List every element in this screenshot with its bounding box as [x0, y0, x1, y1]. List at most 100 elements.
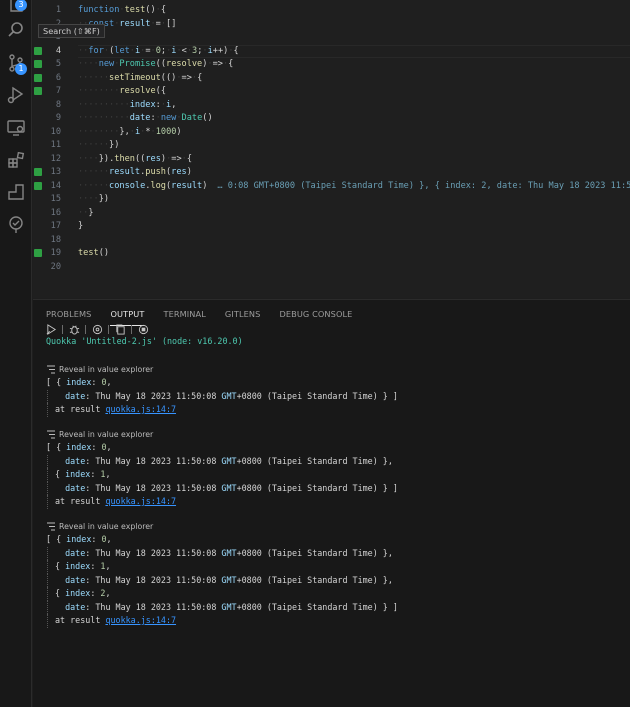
code-line[interactable]: 3	[33, 31, 630, 44]
run-icon[interactable]	[46, 323, 57, 335]
stop-icon[interactable]	[138, 324, 149, 335]
line-number: 7	[55, 86, 61, 96]
inline-result: … 0:08 GMT+0800 (Taipei Standard Time) }…	[217, 180, 630, 191]
gitlens-icon[interactable]	[6, 182, 26, 202]
copy-icon[interactable]	[115, 323, 126, 335]
line-number: 16	[50, 207, 61, 218]
code-line[interactable]: 14 ······console.log(result)… 0:08 GMT+08…	[33, 180, 630, 193]
log-index-value: 1	[100, 561, 106, 571]
code-text: ··}	[78, 207, 94, 218]
line-number: 18	[50, 234, 61, 245]
line-number: 12	[50, 153, 61, 164]
value-explorer-icon	[47, 365, 55, 374]
code-line[interactable]: 19 test()	[33, 247, 630, 260]
code-line[interactable]: 8 ··········index:·i,	[33, 99, 630, 112]
code-text: ··for·(let·i·=·0;·i·<·3;·i++)·{	[78, 45, 239, 56]
log-tz-name: (Taipei Standard Time)	[266, 390, 378, 401]
log-date-value: Thu May 18 2023 11:50:08	[95, 574, 217, 585]
coverage-icon[interactable]	[92, 324, 103, 335]
coverage-marker	[34, 87, 42, 95]
quokka-icon[interactable]	[6, 215, 26, 235]
log-index-line: [ { index: 0,	[46, 534, 112, 544]
code-line[interactable]: 16 ··}	[33, 207, 630, 220]
source-link[interactable]: quokka.js:14:7	[105, 615, 176, 625]
code-text: ········resolve({	[78, 86, 166, 96]
log-tz-name: (Taipei Standard Time)	[266, 482, 378, 493]
debug-icon[interactable]	[69, 324, 80, 335]
coverage-marker	[34, 73, 42, 82]
coverage-marker	[34, 46, 42, 55]
line-number: 14	[50, 180, 61, 191]
code-line[interactable]: 2··const·result·=·[]	[33, 18, 630, 31]
code-line[interactable]: 17}	[33, 220, 630, 233]
code-text: ··········date:·new·Date()	[78, 113, 213, 123]
log-date-line: date: Thu May 18 2023 11:50:08 GMT+0800 …	[47, 546, 626, 560]
quokka-header: Quokka 'Untitled-2.js' (node: v16.20.0)	[46, 336, 243, 346]
reveal-in-value-explorer[interactable]: Reveal in value explorer	[46, 363, 626, 376]
log-index-line: { index: 1,	[47, 468, 626, 482]
explorer-icon[interactable]: 3	[6, 0, 27, 14]
log-date-value: Thu May 18 2023 11:50:08	[95, 455, 217, 466]
log-key: date	[65, 547, 86, 558]
code-editor[interactable]: 1 function·test()·{2··const·result·=·[]34…	[33, 0, 630, 298]
tab-terminal[interactable]: TERMINAL	[163, 308, 205, 326]
log-location: at result quokka.js:14:7	[47, 495, 626, 509]
line-number: 4	[55, 45, 61, 56]
code-line[interactable]: 5 ····new·Promise((resolve)·=>·{	[33, 58, 630, 71]
line-number: 1	[55, 5, 61, 15]
line-number: 10	[50, 126, 61, 137]
line-number: 15	[50, 194, 61, 204]
extensions-icon[interactable]	[6, 150, 26, 170]
code-line[interactable]: 7 ········resolve({	[33, 85, 630, 98]
tab-gitlens[interactable]: GITLENS	[225, 308, 261, 326]
code-line[interactable]: 6 ······setTimeout(()·=>·{	[33, 72, 630, 85]
reveal-in-value-explorer[interactable]: Reveal in value explorer	[46, 520, 626, 533]
code-line[interactable]: 10 ········},·i·*·1000)	[33, 126, 630, 139]
log-gmt: GMT	[221, 601, 237, 612]
source-control-icon[interactable]: 1	[6, 53, 27, 75]
log-index-line: { index: 1,	[47, 560, 626, 574]
log-tz-offset: +0800	[236, 547, 262, 558]
code-text: ··········index:·i,	[78, 99, 177, 110]
line-number: 17	[50, 221, 61, 231]
line-number: 13	[50, 167, 61, 177]
log-key: date	[65, 574, 86, 585]
code-line[interactable]: 11 ······})	[33, 139, 630, 152]
coverage-marker	[34, 181, 42, 190]
code-line[interactable]: 1 function·test()·{	[33, 4, 630, 17]
remote-explorer-icon[interactable]	[6, 118, 26, 138]
log-tz-offset: +0800	[236, 601, 262, 612]
log-tz-name: (Taipei Standard Time)	[266, 574, 378, 585]
log-date-value: Thu May 18 2023 11:50:08	[95, 390, 217, 401]
toolbar-divider	[85, 324, 86, 334]
log-index-line: [ { index: 0,	[46, 442, 112, 452]
code-line[interactable]: 18	[33, 234, 630, 247]
log-key: date	[65, 455, 86, 466]
log-key: index	[66, 534, 92, 544]
code-text: ······result.push(res)	[78, 167, 192, 177]
log-key: index	[65, 469, 91, 479]
code-line[interactable]: 4 ··for·(let·i·=·0;·i·<·3;·i++)·{	[33, 45, 630, 58]
reveal-in-value-explorer[interactable]: Reveal in value explorer	[46, 428, 626, 441]
code-line[interactable]: 9 ··········date:·new·Date()	[33, 112, 630, 125]
source-link[interactable]: quokka.js:14:7	[105, 404, 176, 414]
log-key: index	[65, 588, 91, 598]
tab-debug-console[interactable]: DEBUG CONSOLE	[279, 308, 352, 326]
code-line[interactable]: 20	[33, 261, 630, 274]
at-result-label: at result	[55, 615, 101, 625]
search-icon[interactable]	[6, 20, 26, 40]
coverage-marker	[34, 168, 42, 176]
log-tz-offset: +0800	[236, 390, 262, 401]
code-text: ····}).then((res)·=>·{	[78, 153, 192, 164]
log-gmt: GMT	[221, 547, 237, 558]
code-line[interactable]: 12 ····}).then((res)·=>·{	[33, 153, 630, 166]
source-link[interactable]: quokka.js:14:7	[105, 496, 176, 506]
bottom-panel: PROBLEMS OUTPUT TERMINAL GITLENS DEBUG C…	[33, 299, 630, 707]
code-line[interactable]: 13 ······result.push(res)	[33, 166, 630, 179]
log-tz-offset: +0800	[236, 482, 262, 493]
value-explorer-icon	[47, 430, 55, 439]
run-debug-icon[interactable]	[6, 85, 26, 105]
log-tz-name: (Taipei Standard Time)	[266, 601, 378, 612]
coverage-marker	[34, 60, 42, 68]
code-line[interactable]: 15 ····})	[33, 193, 630, 206]
